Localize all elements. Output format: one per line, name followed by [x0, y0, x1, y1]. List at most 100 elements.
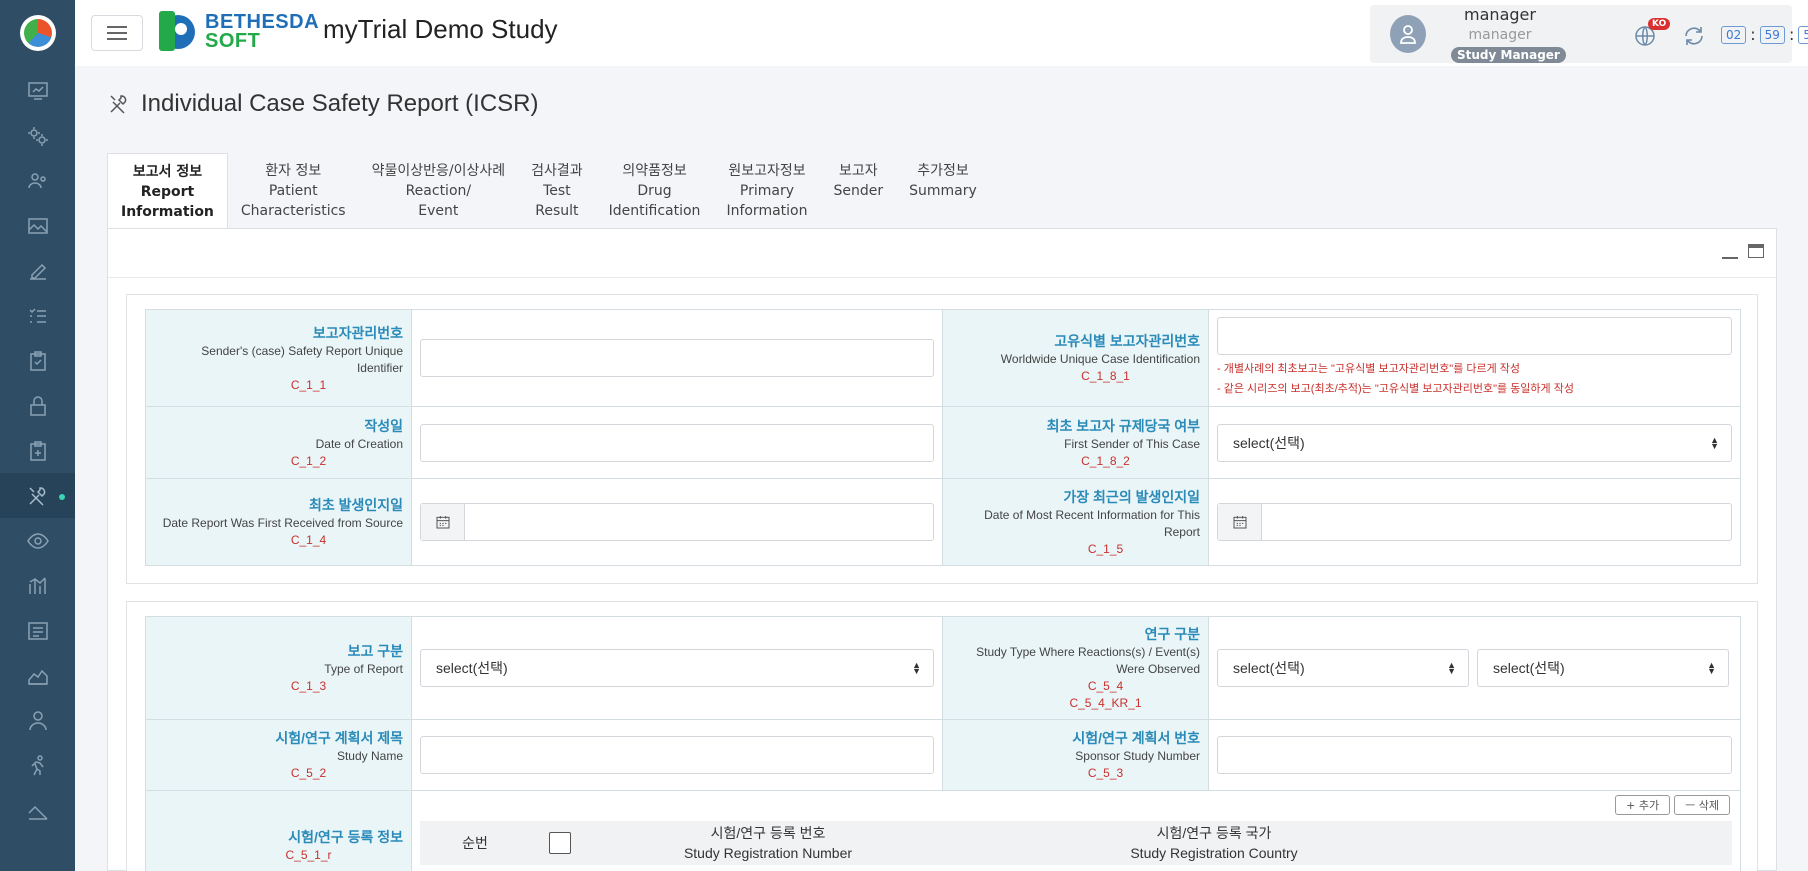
study-type-select[interactable]: select(선택) ▲ ▼	[1217, 649, 1469, 687]
tab-label-en: Summary	[909, 183, 977, 199]
calendar-icon	[1233, 516, 1246, 529]
hamburger-icon	[107, 32, 127, 34]
field-code: C_5_2	[290, 766, 327, 780]
label-date-most-recent: 가장 최근의 발생인지일 Date of Most Recent Informa…	[942, 478, 1209, 566]
logo-icon	[23, 19, 52, 47]
medical-clipboard-icon	[29, 440, 46, 461]
app-logo[interactable]	[0, 0, 75, 66]
tab-test-result[interactable]: 검사결과 Test Result	[518, 153, 596, 231]
minimize-icon[interactable]	[1722, 243, 1738, 259]
select-value: select(선택)	[436, 660, 508, 676]
sidebar-item-dashboard[interactable]	[0, 68, 75, 113]
tab-drug-identification[interactable]: 의약품정보 Drug Identification	[596, 153, 714, 231]
language-badge: KO	[1648, 18, 1671, 30]
sidebar-item-monitor[interactable]	[0, 518, 75, 563]
sidebar-item-stats[interactable]	[0, 563, 75, 608]
label-ko: 보고자관리번호	[312, 324, 403, 341]
label-type-of-report: 보고 구분 Type of Report C_1_3	[145, 616, 412, 720]
col-registration-country: 시험/연구 등록 국가 Study Registration Country	[946, 823, 1482, 863]
sidebar-item-more[interactable]	[0, 788, 75, 833]
maximize-icon[interactable]	[1748, 244, 1764, 258]
sidebar-item-export[interactable]	[0, 653, 75, 698]
tab-report-information[interactable]: 보고서 정보 Report Information	[107, 153, 228, 231]
add-row-button[interactable]: + 추가	[1615, 795, 1671, 815]
label-ko: 시험/연구 등록 정보	[288, 829, 403, 845]
report-info-section: 보고자관리번호 Sender's (case) Safety Report Un…	[126, 294, 1758, 584]
study-name-input[interactable]	[420, 736, 934, 774]
list-icon	[27, 621, 48, 640]
label-en: Date of Creation	[315, 436, 403, 451]
label-en: Study Name	[336, 749, 403, 763]
sidebar-item-subjects[interactable]	[0, 158, 75, 203]
delete-row-button[interactable]: ㅡ 삭제	[1674, 795, 1730, 815]
tab-label-en: Result	[535, 203, 579, 219]
label-en: Sponsor Study Number	[1075, 749, 1200, 763]
page-title-text: Individual Case Safety Report (ICSR)	[141, 90, 539, 117]
avatar[interactable]	[1390, 15, 1426, 53]
tab-label-ko: 추가정보	[917, 163, 969, 179]
tab-patient-characteristics[interactable]: 환자 정보 Patient Characteristics	[228, 153, 359, 231]
tab-summary[interactable]: 추가정보 Summary	[896, 153, 990, 231]
label-en: Worldwide Unique Case Identification	[1000, 352, 1200, 366]
image-icon	[27, 217, 48, 234]
user-name: manager	[1464, 5, 1536, 24]
sort-arrows-icon: ▲ ▼	[1707, 660, 1716, 676]
safety-report-id-input[interactable]	[420, 339, 934, 377]
type-of-report-select[interactable]: select(선택) ▲ ▼	[420, 649, 934, 687]
field-code: C_5_4_KR_1	[1069, 696, 1142, 710]
sidebar-item-activity[interactable]	[0, 743, 75, 788]
select-value: select(선택)	[1233, 660, 1305, 676]
tab-reaction-event[interactable]: 약물이상반응/이상사례 Reaction/ Event	[359, 153, 519, 231]
label-ko: 고유식별 보고자관리번호	[1054, 333, 1200, 349]
date-first-received-input[interactable]	[420, 503, 934, 541]
user-tie-icon	[28, 710, 47, 730]
label-en: First Sender of This Case	[1064, 436, 1200, 451]
date-of-creation-input[interactable]	[420, 423, 934, 462]
help-note: - 개별사례의 최초보고는 "고유식별 보고자관리번호"를 다르게 작성	[1217, 363, 1521, 375]
label-worldwide-case-id: 고유식별 보고자관리번호 Worldwide Unique Case Ident…	[942, 309, 1209, 407]
select-all-checkbox[interactable]	[549, 832, 571, 854]
tab-primary-information[interactable]: 원보고자정보 Primary Information	[713, 153, 820, 231]
sidebar-item-images[interactable]	[0, 203, 75, 248]
col-label-en: Study Registration Number	[683, 845, 853, 861]
tab-label-ko: 보고자	[838, 163, 878, 179]
field-code: C_5_1_r	[285, 848, 332, 862]
sidebar-item-medical[interactable]	[0, 428, 75, 473]
study-info-table: 보고 구분 Type of Report C_1_3 select(선택) ▲ ▼…	[145, 616, 1741, 871]
study-type-kr-select[interactable]: select(선택) ▲ ▼	[1477, 649, 1729, 687]
sidebar-item-safety[interactable]	[0, 473, 75, 518]
tab-label-en: Primary	[739, 183, 795, 199]
role-badge: Study Manager	[1451, 47, 1566, 63]
calendar-button[interactable]	[1218, 504, 1262, 540]
app-title: myTrial Demo Study	[323, 14, 558, 44]
label-date-first-received: 최초 발생인지일 Date Report Was First Received …	[145, 478, 412, 566]
first-sender-select[interactable]: select(선택) ▲ ▼	[1217, 423, 1732, 462]
field-code: C_1_8_1	[1081, 369, 1130, 383]
date-most-recent-input[interactable]	[1217, 503, 1732, 541]
label-study-type: 연구 구분 Study Type Where Reactions(s) / Ev…	[942, 616, 1209, 720]
user-id: manager	[1468, 27, 1532, 43]
sidebar-item-settings[interactable]	[0, 113, 75, 158]
gears-icon	[27, 126, 48, 146]
calendar-button[interactable]	[421, 504, 465, 540]
sidebar-item-reports[interactable]	[0, 608, 75, 653]
sidebar-item-admin[interactable]	[0, 698, 75, 743]
label-en: Type of Report	[324, 662, 403, 676]
registration-actions: + 추가 ㅡ 삭제	[422, 795, 1730, 815]
col-registration-number: 시험/연구 등록 번호 Study Registration Number	[590, 823, 946, 863]
menu-toggle-button[interactable]	[91, 15, 143, 51]
refresh-icon	[1685, 27, 1703, 45]
sidebar-item-lock[interactable]	[0, 383, 75, 428]
timer-minutes: 59	[1759, 25, 1785, 44]
sidebar-item-edit[interactable]	[0, 248, 75, 293]
sidebar-item-list[interactable]	[0, 293, 75, 338]
tab-sender[interactable]: 보고자 Sender	[820, 153, 896, 231]
worldwide-case-id-input[interactable]	[1217, 317, 1732, 355]
tools-icon	[110, 95, 127, 114]
panel-tools	[1722, 243, 1764, 259]
bethesda-logo-icon	[157, 9, 201, 55]
session-refresh-button[interactable]	[1682, 24, 1706, 52]
sidebar-item-clipboard[interactable]	[0, 338, 75, 383]
sponsor-study-number-input[interactable]	[1217, 736, 1732, 774]
tab-label-en: Characteristics	[240, 203, 346, 219]
